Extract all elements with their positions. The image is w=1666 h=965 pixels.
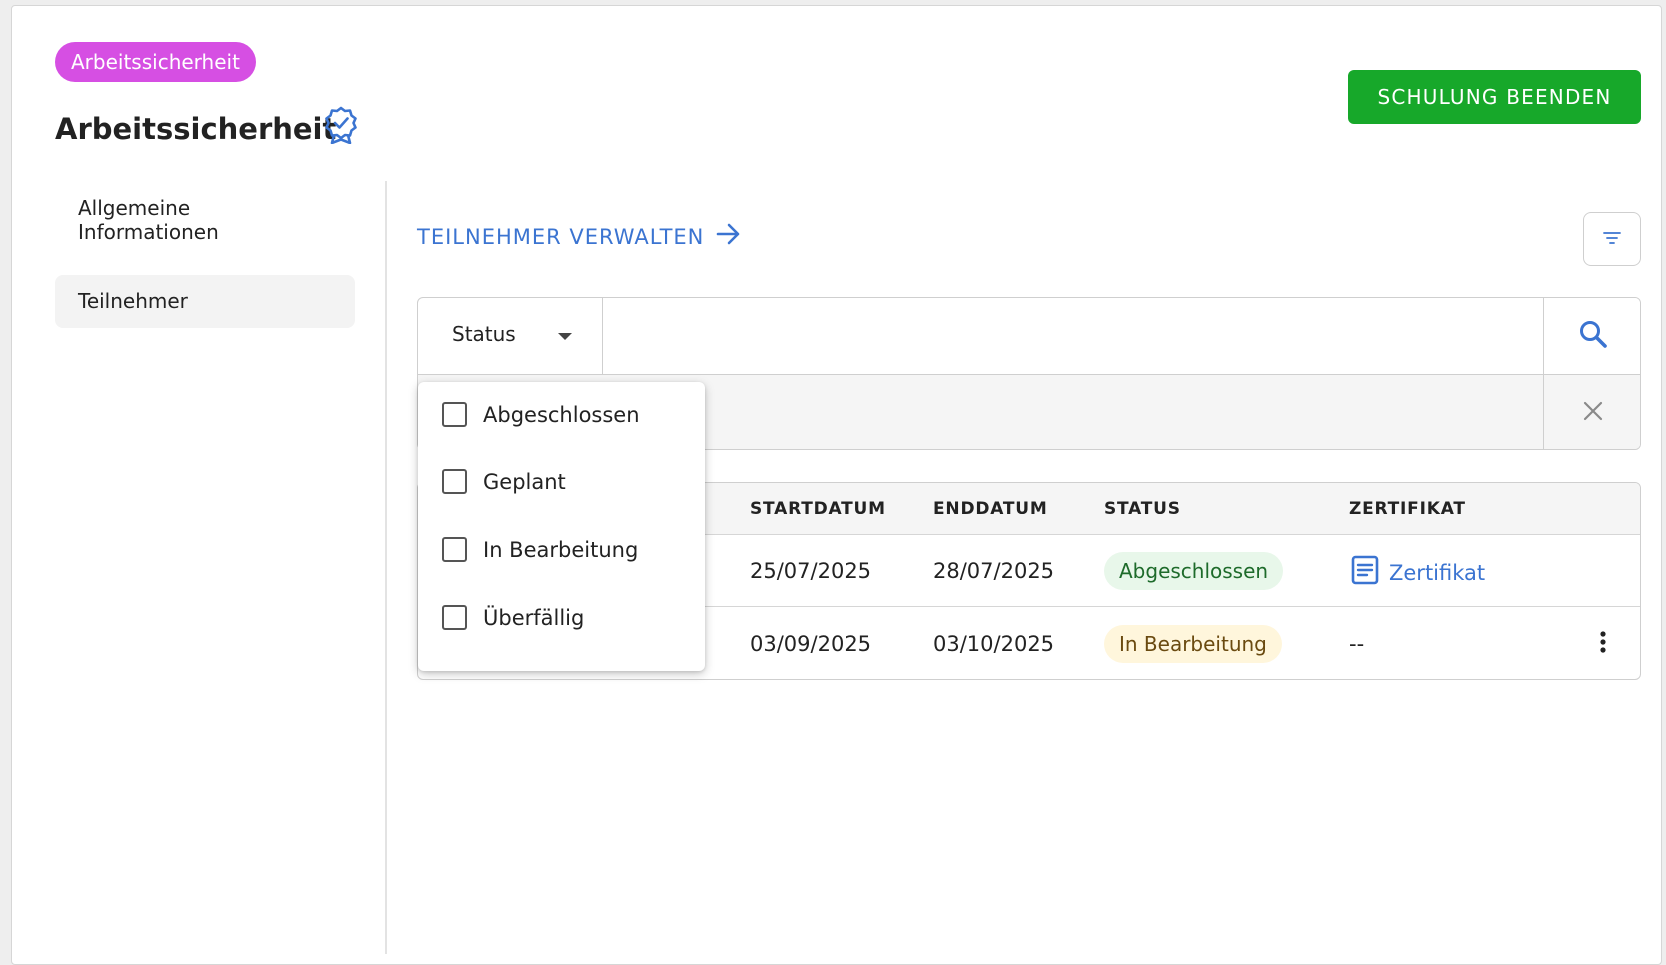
end-date-cell: 03/10/2025: [933, 632, 1055, 656]
search-input[interactable]: [603, 298, 1549, 375]
category-badge: Arbeitssicherheit: [55, 42, 256, 82]
column-header-end-date[interactable]: ENDDATUM: [933, 499, 1048, 519]
search-icon: [1578, 319, 1608, 353]
sidebar-item-general-info[interactable]: Allgemeine Informationen: [55, 196, 355, 244]
sidebar-item-participants[interactable]: Teilnehmer: [55, 275, 355, 328]
status-option-label: Überfällig: [483, 605, 585, 630]
filter-icon: [1603, 230, 1621, 249]
certificate-link[interactable]: Zertifikat: [1351, 555, 1485, 590]
status-option-in-bearbeitung[interactable]: In Bearbeitung: [442, 537, 638, 562]
status-option-abgeschlossen[interactable]: Abgeschlossen: [442, 402, 640, 427]
column-header-start-date[interactable]: STARTDATUM: [750, 499, 886, 519]
manage-participants-label: TEILNEHMER VERWALTEN: [417, 224, 705, 249]
checkbox[interactable]: [442, 469, 467, 494]
training-detail-card: Arbeitssicherheit Arbeitssicherheit SCHU…: [11, 5, 1662, 965]
status-option-label: In Bearbeitung: [483, 537, 639, 562]
sidebar-divider: [385, 181, 387, 954]
status-option-label: Abgeschlossen: [483, 402, 640, 427]
checkbox[interactable]: [442, 605, 467, 630]
page-title: Arbeitssicherheit: [55, 112, 337, 146]
status-select[interactable]: Status: [418, 298, 603, 375]
checkbox[interactable]: [442, 537, 467, 562]
close-icon: [1582, 400, 1604, 426]
arrow-right-icon: [716, 222, 742, 251]
certificate-link-label: Zertifikat: [1389, 560, 1486, 585]
status-option-ueberfaellig[interactable]: Überfällig: [442, 605, 584, 630]
document-icon: [1351, 555, 1379, 590]
status-filter-dropdown: Abgeschlossen Geplant In Bearbeitung Übe…: [418, 382, 705, 671]
row-actions-button[interactable]: [1588, 628, 1618, 660]
end-training-button[interactable]: SCHULUNG BEENDEN: [1348, 70, 1641, 124]
certificate-cell: --: [1349, 632, 1365, 656]
status-option-label: Geplant: [483, 469, 566, 494]
more-vertical-icon: [1599, 630, 1607, 658]
status-option-geplant[interactable]: Geplant: [442, 469, 566, 494]
search-button[interactable]: [1543, 298, 1640, 375]
start-date-cell: 25/07/2025: [750, 559, 872, 583]
end-date-cell: 28/07/2025: [933, 559, 1055, 583]
column-header-status[interactable]: STATUS: [1104, 499, 1181, 519]
status-select-label: Status: [452, 322, 516, 346]
manage-participants-link[interactable]: TEILNEHMER VERWALTEN: [417, 222, 742, 251]
status-badge: In Bearbeitung: [1104, 625, 1282, 663]
checkbox[interactable]: [442, 402, 467, 427]
award-badge-icon: [324, 106, 358, 145]
sidebar-item-label: Teilnehmer: [78, 289, 188, 313]
chevron-down-icon: [558, 333, 572, 340]
sidebar-item-label: Allgemeine Informationen: [78, 196, 219, 244]
column-header-certificate[interactable]: ZERTIFIKAT: [1349, 499, 1466, 519]
start-date-cell: 03/09/2025: [750, 632, 872, 656]
status-badge: Abgeschlossen: [1104, 552, 1284, 590]
clear-filters-button[interactable]: [1543, 375, 1640, 449]
filter-button[interactable]: [1583, 212, 1641, 266]
